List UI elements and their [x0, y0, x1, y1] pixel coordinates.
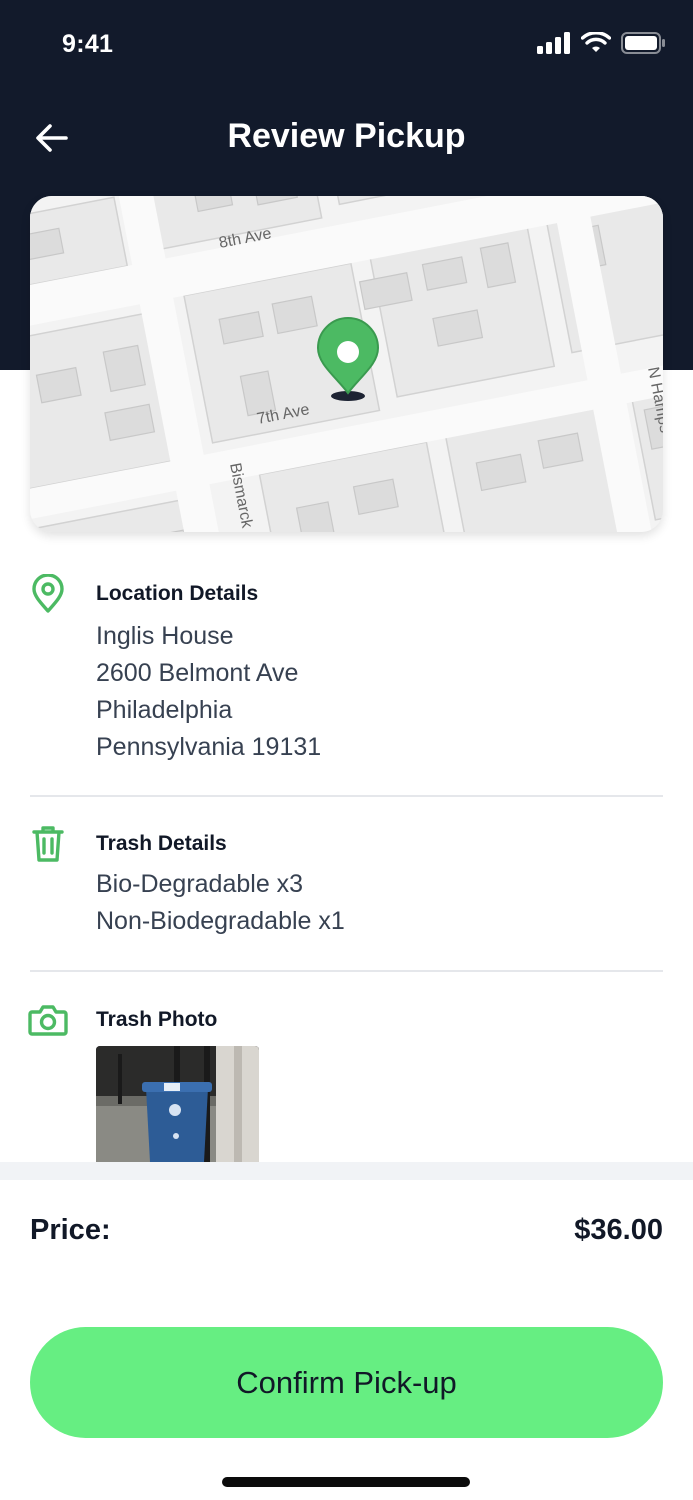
status-icons: [537, 32, 665, 54]
trash-photo-image: [96, 1046, 259, 1162]
trash-line-1: Bio-Degradable x3: [96, 870, 304, 898]
location-address: Inglis House 2600 Belmont Ave Philadelph…: [96, 618, 321, 766]
trash-photo-title: Trash Photo: [96, 1008, 218, 1031]
battery-icon: [621, 32, 665, 54]
location-line-2: 2600 Belmont Ave: [96, 659, 299, 687]
divider: [30, 970, 663, 972]
trash-photo[interactable]: [96, 1046, 259, 1162]
nav-bar: Review Pickup: [0, 100, 693, 176]
camera-icon: [28, 1000, 68, 1040]
location-line-3: Philadelphia: [96, 696, 233, 724]
page-title: Review Pickup: [227, 117, 466, 155]
location-line-4: Pennsylvania 19131: [96, 733, 322, 761]
location-line-1: Inglis House: [96, 622, 234, 650]
location-pin-icon: [28, 574, 68, 614]
map-svg: 8th Ave 7th Ave Bismarck N Hamps: [30, 196, 663, 532]
map-view[interactable]: 8th Ave 7th Ave Bismarck N Hamps: [30, 196, 663, 532]
wifi-icon: [581, 32, 611, 52]
trash-list: Bio-Degradable x3 Non-Biodegradable x1: [96, 866, 345, 940]
status-bar: 9:41: [0, 0, 693, 90]
trash-details-title: Trash Details: [96, 832, 227, 855]
price-value: $36.00: [574, 1214, 663, 1246]
trash-can-icon: [28, 824, 68, 864]
divider: [30, 795, 663, 797]
price-label: Price:: [30, 1214, 111, 1246]
confirm-pickup-button[interactable]: Confirm Pick-up: [30, 1327, 663, 1438]
home-indicator: [222, 1477, 470, 1487]
status-time: 9:41: [62, 30, 114, 58]
location-details-title: Location Details: [96, 582, 259, 605]
trash-line-2: Non-Biodegradable x1: [96, 907, 345, 935]
signal-icon: [537, 32, 570, 54]
